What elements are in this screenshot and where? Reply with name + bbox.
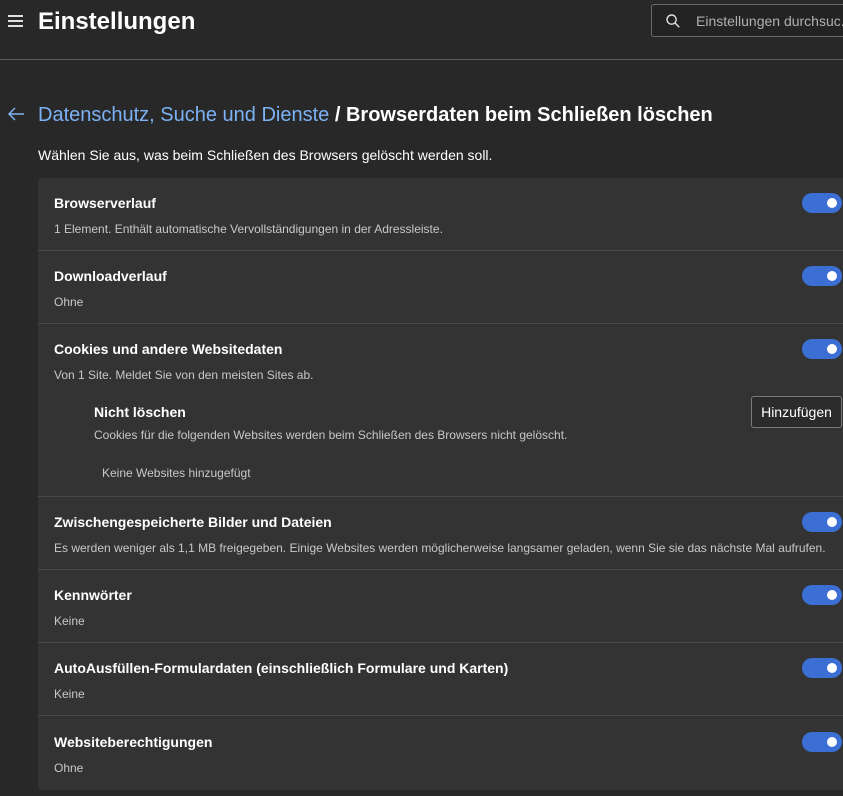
intro-text: Wählen Sie aus, was beim Schließen des B… (38, 147, 493, 163)
breadcrumb: Datenschutz, Suche und Dienste / Browser… (0, 100, 843, 130)
no-sites-added-text: Keine Websites hinzugefügt (102, 466, 251, 480)
setting-row-browser-history: Browserverlauf 1 Element. Enthält automa… (38, 178, 843, 250)
setting-title: AutoAusfüllen-Formulardaten (einschließl… (54, 660, 509, 676)
site-permissions-toggle[interactable] (802, 732, 842, 752)
setting-title: Websiteberechtigungen (54, 734, 213, 750)
setting-row-passwords: Kennwörter Keine (38, 569, 843, 642)
do-not-clear-description: Cookies für die folgenden Websites werde… (94, 428, 568, 442)
search-input[interactable] (696, 5, 843, 36)
cached-images-toggle[interactable] (802, 512, 842, 532)
do-not-clear-title: Nicht löschen (94, 404, 186, 420)
cookies-toggle[interactable] (802, 339, 842, 359)
search-icon (666, 14, 680, 28)
setting-row-cookies: Cookies und andere Websitedaten Von 1 Si… (38, 323, 843, 496)
toggle-knob (827, 590, 837, 600)
search-box[interactable] (651, 4, 843, 37)
app-title: Einstellungen (38, 8, 196, 35)
setting-description: Es werden weniger als 1,1 MB freigegeben… (54, 541, 826, 555)
setting-description: Ohne (54, 295, 84, 309)
top-bar: Einstellungen (0, 0, 843, 60)
setting-title: Downloadverlauf (54, 268, 167, 284)
autofill-toggle[interactable] (802, 658, 842, 678)
setting-title: Browserverlauf (54, 195, 156, 211)
browser-history-toggle[interactable] (802, 193, 842, 213)
back-arrow-icon[interactable] (7, 106, 25, 122)
setting-description: Ohne (54, 761, 84, 775)
toggle-knob (827, 344, 837, 354)
setting-title: Kennwörter (54, 587, 132, 603)
breadcrumb-parent-link[interactable]: Datenschutz, Suche und Dienste (38, 104, 329, 126)
page-title: Browserdaten beim Schließen löschen (345, 104, 713, 126)
setting-row-site-permissions: Websiteberechtigungen Ohne (38, 715, 843, 790)
setting-description: Keine (54, 687, 85, 701)
setting-title: Zwischengespeicherte Bilder und Dateien (54, 514, 332, 530)
toggle-knob (827, 517, 837, 527)
settings-card: Browserverlauf 1 Element. Enthält automa… (38, 178, 843, 790)
toggle-knob (827, 271, 837, 281)
setting-description: Von 1 Site. Meldet Sie von den meisten S… (54, 368, 314, 382)
breadcrumb-text: Datenschutz, Suche und Dienste / Browser… (38, 102, 713, 128)
setting-row-cached-images: Zwischengespeicherte Bilder und Dateien … (38, 496, 843, 569)
toggle-knob (827, 737, 837, 747)
add-site-button[interactable]: Hinzufügen (751, 396, 842, 428)
breadcrumb-separator: / (334, 104, 341, 126)
setting-description: Keine (54, 614, 85, 628)
toggle-knob (827, 198, 837, 208)
hamburger-menu-icon[interactable] (6, 12, 24, 28)
download-history-toggle[interactable] (802, 266, 842, 286)
passwords-toggle[interactable] (802, 585, 842, 605)
toggle-knob (827, 663, 837, 673)
setting-row-download-history: Downloadverlauf Ohne (38, 250, 843, 323)
setting-row-autofill: AutoAusfüllen-Formulardaten (einschließl… (38, 642, 843, 715)
setting-description: 1 Element. Enthält automatische Vervolls… (54, 222, 443, 236)
setting-title: Cookies und andere Websitedaten (54, 341, 283, 357)
